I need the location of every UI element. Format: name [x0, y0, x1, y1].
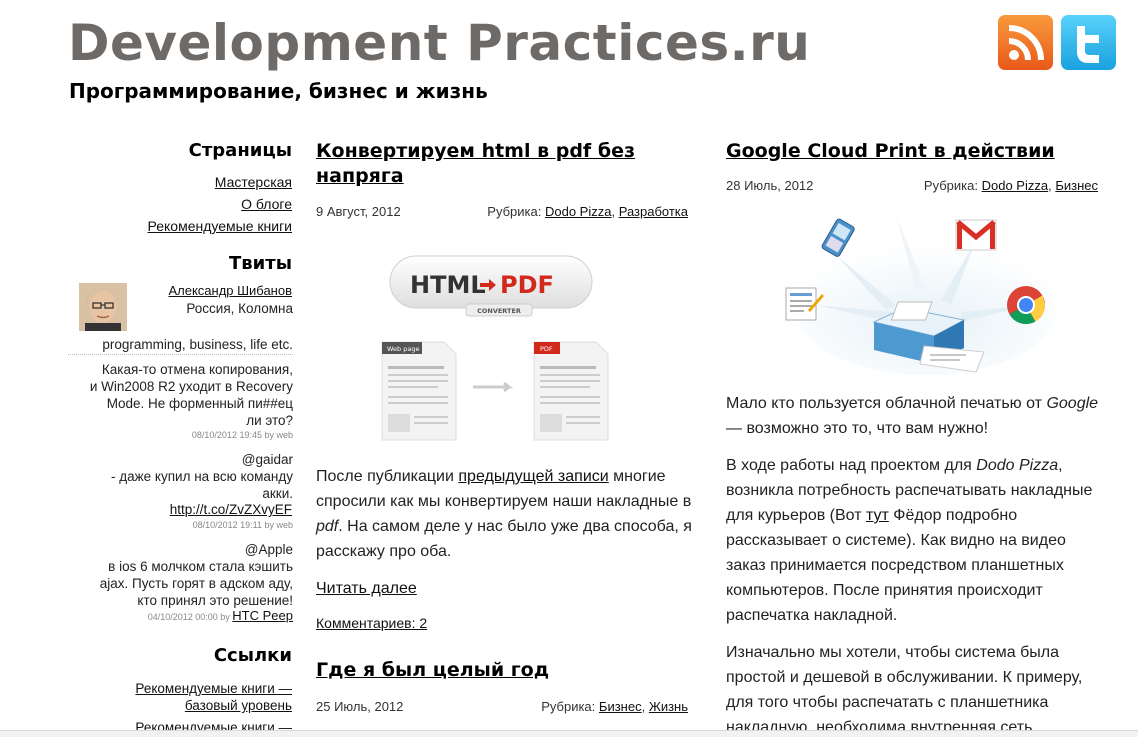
post-paragraph: Мало кто пользуется облачной печатью от …	[726, 395, 1099, 437]
sidebar-link-books[interactable]: Рекомендуемые книги	[148, 218, 292, 234]
document-icon: Web page	[381, 341, 457, 441]
category-link[interactable]: Бизнес	[599, 699, 642, 714]
post-date: 9 Август, 2012	[316, 204, 401, 219]
post-title[interactable]: Конвертируем html в pdf без напряга	[316, 139, 696, 189]
read-more-link[interactable]: Читать далее	[316, 580, 417, 598]
post-title[interactable]: Google Cloud Print в действии	[726, 139, 1055, 164]
pages-heading: Страницы	[188, 140, 292, 161]
rss-button[interactable]	[998, 15, 1053, 70]
post-paragraph: Изначально мы хотели, чтобы система была…	[726, 644, 1083, 736]
avatar[interactable]	[79, 283, 127, 331]
category-link[interactable]: Жизнь	[649, 699, 688, 714]
pdf-label: PDF	[500, 271, 554, 299]
category-link[interactable]: Разработка	[619, 204, 688, 219]
profile-name[interactable]: Александр Шибанов	[168, 283, 292, 298]
tweet-meta: 04/10/2012 00:00 by HTC Peep	[147, 608, 293, 623]
post-categories: Рубрика: Бизнес, Жизнь	[541, 699, 688, 714]
links-heading: Ссылки	[213, 645, 292, 666]
post-excerpt: После публикации предыдущей записи многи…	[316, 468, 692, 560]
twitter-button[interactable]	[1061, 15, 1116, 70]
post-title[interactable]: Где я был целый год	[316, 658, 549, 683]
rss-icon	[1008, 24, 1044, 60]
svg-text:Web page: Web page	[387, 345, 419, 353]
phone-icon	[821, 218, 855, 257]
svg-text:PDF: PDF	[540, 345, 553, 353]
sidebar-link-about[interactable]: О блоге	[241, 196, 292, 212]
chrome-icon	[1007, 286, 1045, 325]
post-categories: Рубрика: Dodo Pizza, Бизнес	[923, 178, 1098, 193]
site-subtitle: Программирование, бизнес и жизнь	[69, 79, 488, 103]
tweet-meta: 08/10/2012 19:11 by web	[192, 520, 293, 530]
tweet-meta: 08/10/2012 19:45 by web	[191, 430, 293, 440]
twitter-icon	[1076, 25, 1099, 63]
document-icon: PDF	[533, 341, 609, 441]
sidebar-link-basic-books[interactable]: Рекомендуемые книги — базовый уровень	[135, 680, 292, 714]
tweet-text: @gaidar - даже купил на всю команду акки…	[110, 452, 293, 501]
site-title[interactable]: Development Practices.ru	[68, 12, 810, 74]
post-paragraph: В ходе работы над проектом для Dodo Pizz…	[726, 457, 1093, 624]
category-link[interactable]: Dodo Pizza	[545, 204, 611, 219]
details-link[interactable]: тут	[866, 507, 889, 524]
category-link[interactable]: Dodo Pizza	[982, 178, 1048, 193]
tweets-heading: Твиты	[229, 253, 292, 274]
tweet-text: @Apple в ios 6 молчком стала кэшить ajax…	[99, 542, 293, 608]
sidebar-link-workshop[interactable]: Мастерская	[215, 174, 292, 190]
previous-post-link[interactable]: предыдущей записи	[458, 468, 608, 485]
post-image[interactable]	[776, 210, 1076, 380]
tweet-link[interactable]: http://t.co/ZvZXvyEF	[170, 502, 292, 517]
gmail-icon	[955, 219, 997, 251]
converter-label: CONVERTER	[477, 307, 521, 315]
profile-bio: programming, business, life etc.	[102, 337, 293, 352]
category-link[interactable]: Бизнес	[1055, 178, 1098, 193]
post-date: 25 Июль, 2012	[316, 699, 404, 714]
tweet-source-link[interactable]: HTC Peep	[232, 608, 293, 623]
post-categories: Рубрика: Dodo Pizza, Разработка	[487, 204, 688, 219]
post-image[interactable]: HTML PDF CONVERTER Web page PDF	[378, 250, 618, 445]
tweet-text: Какая-то отмена копирования, и Win2008 R…	[89, 362, 293, 428]
divider	[68, 354, 293, 355]
post-date: 28 Июль, 2012	[726, 178, 814, 193]
profile-location: Россия, Коломна	[186, 301, 293, 316]
comments-link[interactable]: Комментариев: 2	[316, 615, 427, 631]
html-label: HTML	[410, 271, 486, 299]
